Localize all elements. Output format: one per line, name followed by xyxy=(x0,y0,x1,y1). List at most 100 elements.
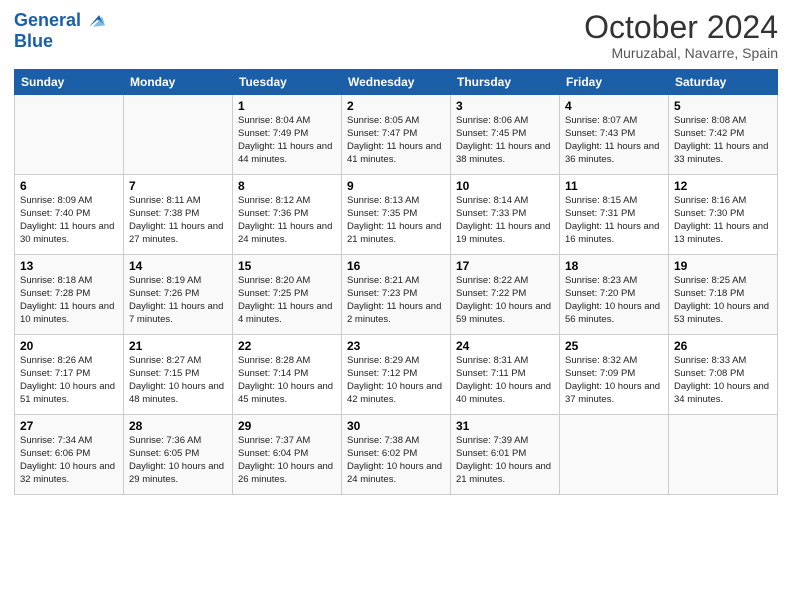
cell-content: Sunrise: 8:16 AMSunset: 7:30 PMDaylight:… xyxy=(674,195,772,246)
cell-content: Sunrise: 8:26 AMSunset: 7:17 PMDaylight:… xyxy=(20,355,118,406)
day-number: 4 xyxy=(565,99,663,113)
cell-content: Sunrise: 8:21 AMSunset: 7:23 PMDaylight:… xyxy=(347,275,445,326)
cell-content: Sunrise: 7:36 AMSunset: 6:05 PMDaylight:… xyxy=(129,435,227,486)
calendar-cell: 8 Sunrise: 8:12 AMSunset: 7:36 PMDaylight… xyxy=(233,175,342,255)
calendar-cell: 4 Sunrise: 8:07 AMSunset: 7:43 PMDaylight… xyxy=(560,95,669,175)
day-number: 10 xyxy=(456,179,554,193)
calendar-cell: 10Sunrise: 8:14 AMSunset: 7:33 PMDayligh… xyxy=(451,175,560,255)
calendar-cell: 21 Sunrise: 8:27 AMSunset: 7:15 PMDayligh… xyxy=(124,335,233,415)
day-number: 12 xyxy=(674,179,772,193)
calendar-cell: 16 Sunrise: 8:21 AMSunset: 7:23 PMDayligh… xyxy=(342,255,451,335)
calendar-cell: 12 Sunrise: 8:16 AMSunset: 7:30 PMDayligh… xyxy=(669,175,778,255)
week-row-2: 6 Sunrise: 8:09 AMSunset: 7:40 PMDaylight… xyxy=(15,175,778,255)
calendar-cell: 13 Sunrise: 8:18 AMSunset: 7:28 PMDayligh… xyxy=(15,255,124,335)
cell-content: Sunrise: 7:37 AMSunset: 6:04 PMDaylight:… xyxy=(238,435,336,486)
cell-content: Sunrise: 7:39 AMSunset: 6:01 PMDaylight:… xyxy=(456,435,554,486)
calendar-cell: 7 Sunrise: 8:11 AMSunset: 7:38 PMDaylight… xyxy=(124,175,233,255)
weekday-header-tuesday: Tuesday xyxy=(233,70,342,95)
week-row-1: 1 Sunrise: 8:04 AMSunset: 7:49 PMDaylight… xyxy=(15,95,778,175)
day-number: 8 xyxy=(238,179,336,193)
calendar-cell: 26 Sunrise: 8:33 AMSunset: 7:08 PMDayligh… xyxy=(669,335,778,415)
day-number: 31 xyxy=(456,419,554,433)
day-number: 5 xyxy=(674,99,772,113)
cell-content: Sunrise: 8:22 AMSunset: 7:22 PMDaylight:… xyxy=(456,275,554,326)
calendar-cell xyxy=(124,95,233,175)
day-number: 25 xyxy=(565,339,663,353)
calendar-cell: 20Sunrise: 8:26 AMSunset: 7:17 PMDayligh… xyxy=(15,335,124,415)
week-row-5: 27Sunrise: 7:34 AMSunset: 6:06 PMDayligh… xyxy=(15,415,778,495)
day-number: 11 xyxy=(565,179,663,193)
calendar-cell: 31 Sunrise: 7:39 AMSunset: 6:01 PMDayligh… xyxy=(451,415,560,495)
calendar-cell: 29 Sunrise: 7:37 AMSunset: 6:04 PMDayligh… xyxy=(233,415,342,495)
cell-content: Sunrise: 8:15 AMSunset: 7:31 PMDaylight:… xyxy=(565,195,663,246)
cell-content: Sunrise: 8:09 AMSunset: 7:40 PMDaylight:… xyxy=(20,195,118,246)
day-number: 30 xyxy=(347,419,445,433)
day-number: 24 xyxy=(456,339,554,353)
weekday-header-wednesday: Wednesday xyxy=(342,70,451,95)
calendar-table: SundayMondayTuesdayWednesdayThursdayFrid… xyxy=(14,69,778,495)
cell-content: Sunrise: 7:38 AMSunset: 6:02 PMDaylight:… xyxy=(347,435,445,486)
day-number: 23 xyxy=(347,339,445,353)
cell-content: Sunrise: 8:06 AMSunset: 7:45 PMDaylight:… xyxy=(456,115,554,166)
cell-content: Sunrise: 8:11 AMSunset: 7:38 PMDaylight:… xyxy=(129,195,227,246)
day-number: 26 xyxy=(674,339,772,353)
logo-icon xyxy=(83,10,105,32)
location: Muruzabal, Navarre, Spain xyxy=(584,45,778,61)
title-block: October 2024 Muruzabal, Navarre, Spain xyxy=(584,10,778,61)
cell-content: Sunrise: 8:31 AMSunset: 7:11 PMDaylight:… xyxy=(456,355,554,406)
cell-content: Sunrise: 8:27 AMSunset: 7:15 PMDaylight:… xyxy=(129,355,227,406)
cell-content: Sunrise: 8:04 AMSunset: 7:49 PMDaylight:… xyxy=(238,115,336,166)
day-number: 6 xyxy=(20,179,118,193)
weekday-header-friday: Friday xyxy=(560,70,669,95)
cell-content: Sunrise: 8:25 AMSunset: 7:18 PMDaylight:… xyxy=(674,275,772,326)
day-number: 22 xyxy=(238,339,336,353)
cell-content: Sunrise: 8:18 AMSunset: 7:28 PMDaylight:… xyxy=(20,275,118,326)
day-number: 14 xyxy=(129,259,227,273)
day-number: 21 xyxy=(129,339,227,353)
cell-content: Sunrise: 8:13 AMSunset: 7:35 PMDaylight:… xyxy=(347,195,445,246)
day-number: 29 xyxy=(238,419,336,433)
weekday-header-sunday: Sunday xyxy=(15,70,124,95)
day-number: 16 xyxy=(347,259,445,273)
calendar-cell: 9Sunrise: 8:13 AMSunset: 7:35 PMDaylight… xyxy=(342,175,451,255)
calendar-cell: 19 Sunrise: 8:25 AMSunset: 7:18 PMDayligh… xyxy=(669,255,778,335)
cell-content: Sunrise: 8:05 AMSunset: 7:47 PMDaylight:… xyxy=(347,115,445,166)
calendar-cell: 22 Sunrise: 8:28 AMSunset: 7:14 PMDayligh… xyxy=(233,335,342,415)
day-number: 3 xyxy=(456,99,554,113)
day-number: 15 xyxy=(238,259,336,273)
cell-content: Sunrise: 8:23 AMSunset: 7:20 PMDaylight:… xyxy=(565,275,663,326)
cell-content: Sunrise: 8:33 AMSunset: 7:08 PMDaylight:… xyxy=(674,355,772,406)
calendar-cell: 28 Sunrise: 7:36 AMSunset: 6:05 PMDayligh… xyxy=(124,415,233,495)
calendar-cell: 11 Sunrise: 8:15 AMSunset: 7:31 PMDayligh… xyxy=(560,175,669,255)
calendar-cell xyxy=(669,415,778,495)
calendar-cell: 15 Sunrise: 8:20 AMSunset: 7:25 PMDayligh… xyxy=(233,255,342,335)
week-row-3: 13 Sunrise: 8:18 AMSunset: 7:28 PMDayligh… xyxy=(15,255,778,335)
day-number: 18 xyxy=(565,259,663,273)
calendar-cell: 27Sunrise: 7:34 AMSunset: 6:06 PMDayligh… xyxy=(15,415,124,495)
day-number: 13 xyxy=(20,259,118,273)
calendar-cell: 1 Sunrise: 8:04 AMSunset: 7:49 PMDaylight… xyxy=(233,95,342,175)
day-number: 19 xyxy=(674,259,772,273)
calendar-cell: 17 Sunrise: 8:22 AMSunset: 7:22 PMDayligh… xyxy=(451,255,560,335)
page: General Blue October 2024 Muruzabal, Nav… xyxy=(0,0,792,612)
day-number: 1 xyxy=(238,99,336,113)
calendar-cell xyxy=(560,415,669,495)
calendar-cell: 25 Sunrise: 8:32 AMSunset: 7:09 PMDayligh… xyxy=(560,335,669,415)
cell-content: Sunrise: 8:07 AMSunset: 7:43 PMDaylight:… xyxy=(565,115,663,166)
header: General Blue October 2024 Muruzabal, Nav… xyxy=(14,10,778,61)
cell-content: Sunrise: 8:28 AMSunset: 7:14 PMDaylight:… xyxy=(238,355,336,406)
day-number: 28 xyxy=(129,419,227,433)
day-number: 17 xyxy=(456,259,554,273)
cell-content: Sunrise: 8:32 AMSunset: 7:09 PMDaylight:… xyxy=(565,355,663,406)
calendar-cell: 6 Sunrise: 8:09 AMSunset: 7:40 PMDaylight… xyxy=(15,175,124,255)
calendar-cell: 30 Sunrise: 7:38 AMSunset: 6:02 PMDayligh… xyxy=(342,415,451,495)
weekday-header-saturday: Saturday xyxy=(669,70,778,95)
calendar-cell xyxy=(15,95,124,175)
calendar-cell: 24 Sunrise: 8:31 AMSunset: 7:11 PMDayligh… xyxy=(451,335,560,415)
cell-content: Sunrise: 8:12 AMSunset: 7:36 PMDaylight:… xyxy=(238,195,336,246)
calendar-cell: 14Sunrise: 8:19 AMSunset: 7:26 PMDayligh… xyxy=(124,255,233,335)
calendar-cell: 2Sunrise: 8:05 AMSunset: 7:47 PMDaylight… xyxy=(342,95,451,175)
cell-content: Sunrise: 8:20 AMSunset: 7:25 PMDaylight:… xyxy=(238,275,336,326)
weekday-header-row: SundayMondayTuesdayWednesdayThursdayFrid… xyxy=(15,70,778,95)
day-number: 7 xyxy=(129,179,227,193)
